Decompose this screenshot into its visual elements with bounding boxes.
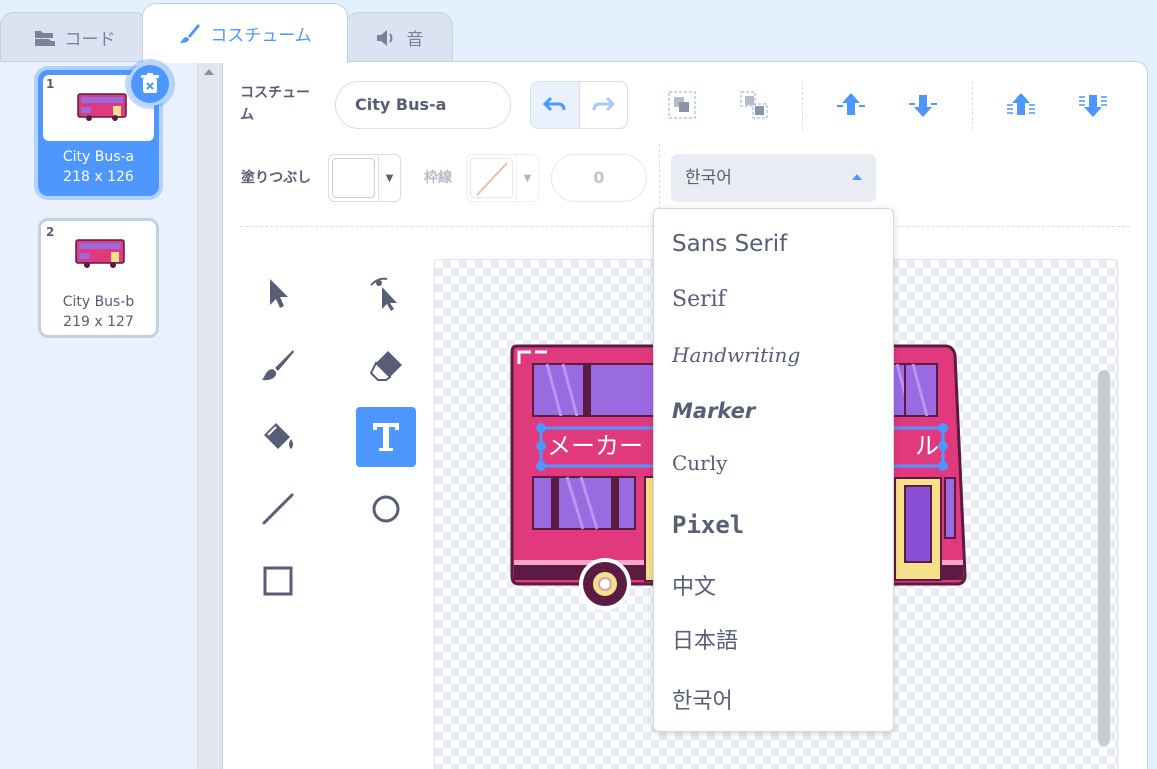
costume-size: 219 x 127 [63,314,134,330]
costume-number: 2 [46,225,55,239]
tab-sounds[interactable]: 音 [345,12,453,62]
text-t-icon [373,423,399,451]
font-option-sans-serif[interactable]: Sans Serif [672,231,787,257]
font-selected-value: 한국어 [685,168,732,188]
undo-icon [542,96,566,112]
fill-color-button[interactable]: ▼ [328,154,401,202]
backward-button[interactable] [903,85,943,125]
font-option-chinese[interactable]: 中文 [672,569,716,601]
ungroup-button[interactable] [734,85,774,125]
outline-color-swatch [467,155,517,201]
sidebar-scrollbar[interactable] [197,61,222,769]
fill-tool[interactable] [248,407,308,467]
paintbrush-icon [262,350,294,381]
costume-item-2[interactable]: 2 City Bus-b 219 x 127 [38,218,159,338]
reshape-tool[interactable] [356,263,416,323]
font-option-japanese[interactable]: 日本語 [672,623,738,655]
tab-costumes-label: コスチューム [210,26,312,46]
group-button[interactable] [662,85,702,125]
eraser-icon [369,351,402,381]
no-color-slash-icon [476,162,508,196]
toolbar-divider [659,144,660,214]
costume-name: City Bus-a [62,149,135,165]
costume-name-label: コスチューム [240,85,310,123]
caret-up-icon [852,174,862,180]
font-option-marker[interactable]: Marker [672,399,755,423]
speaker-icon [376,29,392,46]
bus-thumbnail-icon [75,239,125,268]
outline-label: 枠線 [424,170,452,186]
arrow-up-icon [837,93,865,115]
toolbar-divider [972,82,973,130]
line-icon [262,493,294,525]
font-dropdown-menu: Sans Serif Serif Handwriting Marker Curl… [653,208,894,732]
circle-tool[interactable] [356,479,416,539]
tab-costumes[interactable]: コスチューム [142,3,348,63]
costume-size: 218 x 126 [63,169,134,185]
reshape-icon [370,277,397,311]
font-option-handwriting[interactable]: Handwriting [672,343,800,367]
eraser-tool[interactable] [356,335,416,395]
arrow-pointer-icon [270,279,288,308]
delete-costume-button[interactable] [128,62,172,106]
rectangle-tool[interactable] [248,551,308,611]
font-option-korean[interactable]: 한국어 [672,683,733,715]
canvas-text-object: メーカー [547,432,643,460]
fill-label: 塗りつぶし [241,170,312,186]
undo-redo-group [530,81,628,129]
trash-icon [141,73,159,93]
font-option-serif[interactable]: Serif [672,287,726,312]
costume-name: City Bus-b [62,294,135,310]
square-icon [263,566,293,596]
font-option-curly[interactable]: Curly [672,451,727,475]
chevron-down-icon: ▼ [523,172,532,184]
redo-button[interactable] [580,82,628,128]
select-tool[interactable] [248,263,308,323]
toolbar-divider [802,82,803,130]
redo-icon [592,96,616,112]
group-icon [668,91,696,119]
undo-button[interactable] [531,82,580,128]
bring-to-front-icon [1007,93,1035,115]
back-button[interactable] [1073,85,1113,125]
tab-sounds-label: 音 [406,30,424,50]
outline-color-button[interactable]: ▼ [466,154,539,202]
costume-name-input[interactable]: City Bus-a [335,81,511,129]
circle-icon [372,495,400,523]
costume-number: 1 [46,77,55,91]
scroll-up-arrow-icon[interactable] [204,69,214,75]
font-option-pixel[interactable]: Pixel [672,511,744,539]
fill-color-swatch [329,155,379,201]
front-button[interactable] [1001,85,1041,125]
brush-tool[interactable] [248,335,308,395]
canvas-vertical-scrollbar[interactable] [1098,370,1110,746]
line-tool[interactable] [248,479,308,539]
outline-width-input[interactable]: 0 [551,154,647,202]
chevron-down-icon: ▼ [385,172,394,184]
forward-button[interactable] [831,85,871,125]
paint-bucket-icon [264,423,293,449]
tab-code-label: コード [64,30,116,50]
send-to-back-icon [1079,95,1107,117]
canvas-text-object-end: ル [915,432,939,460]
paintbrush-icon [180,23,201,43]
text-tool[interactable] [356,407,416,467]
tab-code[interactable]: コード [0,12,148,62]
ungroup-icon [740,91,768,119]
arrow-down-icon [909,95,937,117]
code-blocks-icon [34,30,55,46]
bus-thumbnail-icon [77,93,127,121]
font-dropdown[interactable]: 한국어 [671,154,876,202]
